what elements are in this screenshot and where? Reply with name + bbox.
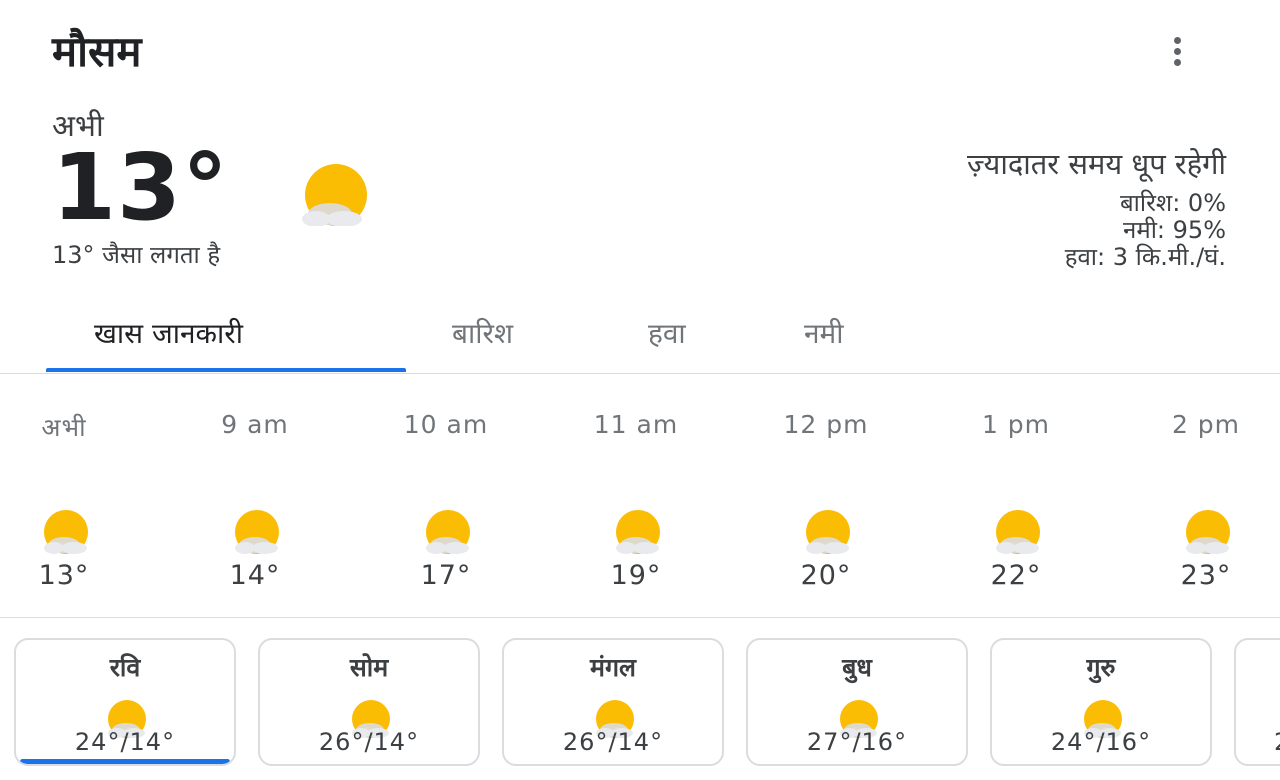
hour-label: 11 am bbox=[593, 410, 679, 439]
day-temperature-range: 26°/14° bbox=[562, 728, 664, 756]
hourly-forecast: अभी 13° 9 am 14° 10 am 17° 11 am 19° 12 … bbox=[0, 376, 1280, 618]
partly-sunny-icon bbox=[996, 510, 1040, 554]
tab-humidity[interactable]: नमी bbox=[804, 314, 844, 372]
active-tab-indicator bbox=[46, 368, 406, 372]
hour-temperature: 14° bbox=[229, 560, 281, 591]
tab-overview[interactable]: खास जानकारी bbox=[94, 314, 243, 372]
hour-label: 2 pm bbox=[1171, 410, 1241, 439]
partly-sunny-icon bbox=[426, 510, 470, 554]
partly-sunny-icon bbox=[616, 510, 660, 554]
day-name: बुध bbox=[842, 653, 872, 682]
hourly-item[interactable]: 12 pm 20° bbox=[756, 376, 896, 616]
hour-temperature: 23° bbox=[1180, 560, 1232, 591]
day-card[interactable]: सोम 26°/14° bbox=[258, 638, 480, 766]
hourly-item[interactable]: अभी 13° bbox=[0, 376, 134, 616]
day-card[interactable]: बुध 27°/16° bbox=[746, 638, 968, 766]
day-temperature-range: 27°/16° bbox=[806, 728, 908, 756]
day-name: रवि bbox=[109, 653, 141, 682]
partly-sunny-icon bbox=[235, 510, 279, 554]
partly-sunny-icon bbox=[302, 164, 367, 226]
current-temperature: 13° bbox=[52, 134, 230, 241]
day-name: सोम bbox=[349, 653, 389, 682]
hour-temperature: 17° bbox=[420, 560, 472, 591]
tab-rain[interactable]: बारिश bbox=[452, 314, 513, 372]
wind-speed: हवा: 3 कि.मी./घं. bbox=[1064, 243, 1226, 271]
hourly-item[interactable]: 11 am 19° bbox=[566, 376, 706, 616]
day-card[interactable]: रवि 24°/14° bbox=[14, 638, 236, 766]
hour-label: 10 am bbox=[403, 410, 489, 439]
day-temperature-range: 24°/14° bbox=[74, 728, 176, 756]
hourly-item[interactable]: 9 am 14° bbox=[185, 376, 325, 616]
day-temperature-range: 24°/16° bbox=[1050, 728, 1152, 756]
day-name: मंगल bbox=[590, 653, 636, 682]
day-card-partial[interactable]: 2 bbox=[1234, 638, 1280, 766]
partly-sunny-icon bbox=[1186, 510, 1230, 554]
hour-temperature: 22° bbox=[990, 560, 1042, 591]
app-title: मौसम bbox=[52, 27, 142, 76]
feels-like-text: 13° जैसा लगता है bbox=[52, 241, 221, 269]
tab-bar: खास जानकारी बारिश हवा नमी bbox=[0, 300, 1280, 374]
hourly-item[interactable]: 1 pm 22° bbox=[946, 376, 1086, 616]
partly-sunny-icon bbox=[806, 510, 850, 554]
day-card[interactable]: मंगल 26°/14° bbox=[502, 638, 724, 766]
weather-summary: ज़्यादातर समय धूप रहेगी bbox=[966, 147, 1226, 181]
hour-temperature: 19° bbox=[610, 560, 662, 591]
selected-day-indicator bbox=[20, 759, 230, 764]
hourly-item[interactable]: 2 pm 23° bbox=[1136, 376, 1276, 616]
day-temperature-range: 26°/14° bbox=[318, 728, 420, 756]
hour-label: 12 pm bbox=[783, 410, 869, 439]
day-name: गुरु bbox=[1086, 653, 1116, 682]
day-temperature-range: 2 bbox=[1274, 728, 1280, 756]
hour-label: 9 am bbox=[221, 410, 289, 439]
more-options-icon[interactable] bbox=[1162, 34, 1192, 68]
partly-sunny-icon bbox=[44, 510, 88, 554]
hour-temperature: 20° bbox=[800, 560, 852, 591]
day-card[interactable]: गुरु 24°/16° bbox=[990, 638, 1212, 766]
hour-label: अभी bbox=[41, 413, 87, 442]
hour-temperature: 13° bbox=[38, 560, 90, 591]
hourly-item[interactable]: 10 am 17° bbox=[376, 376, 516, 616]
tab-wind[interactable]: हवा bbox=[648, 314, 686, 372]
hour-label: 1 pm bbox=[981, 410, 1051, 439]
daily-forecast: रवि 24°/14° सोम 26°/14° मंगल 26°/14° बुध… bbox=[0, 618, 1280, 780]
